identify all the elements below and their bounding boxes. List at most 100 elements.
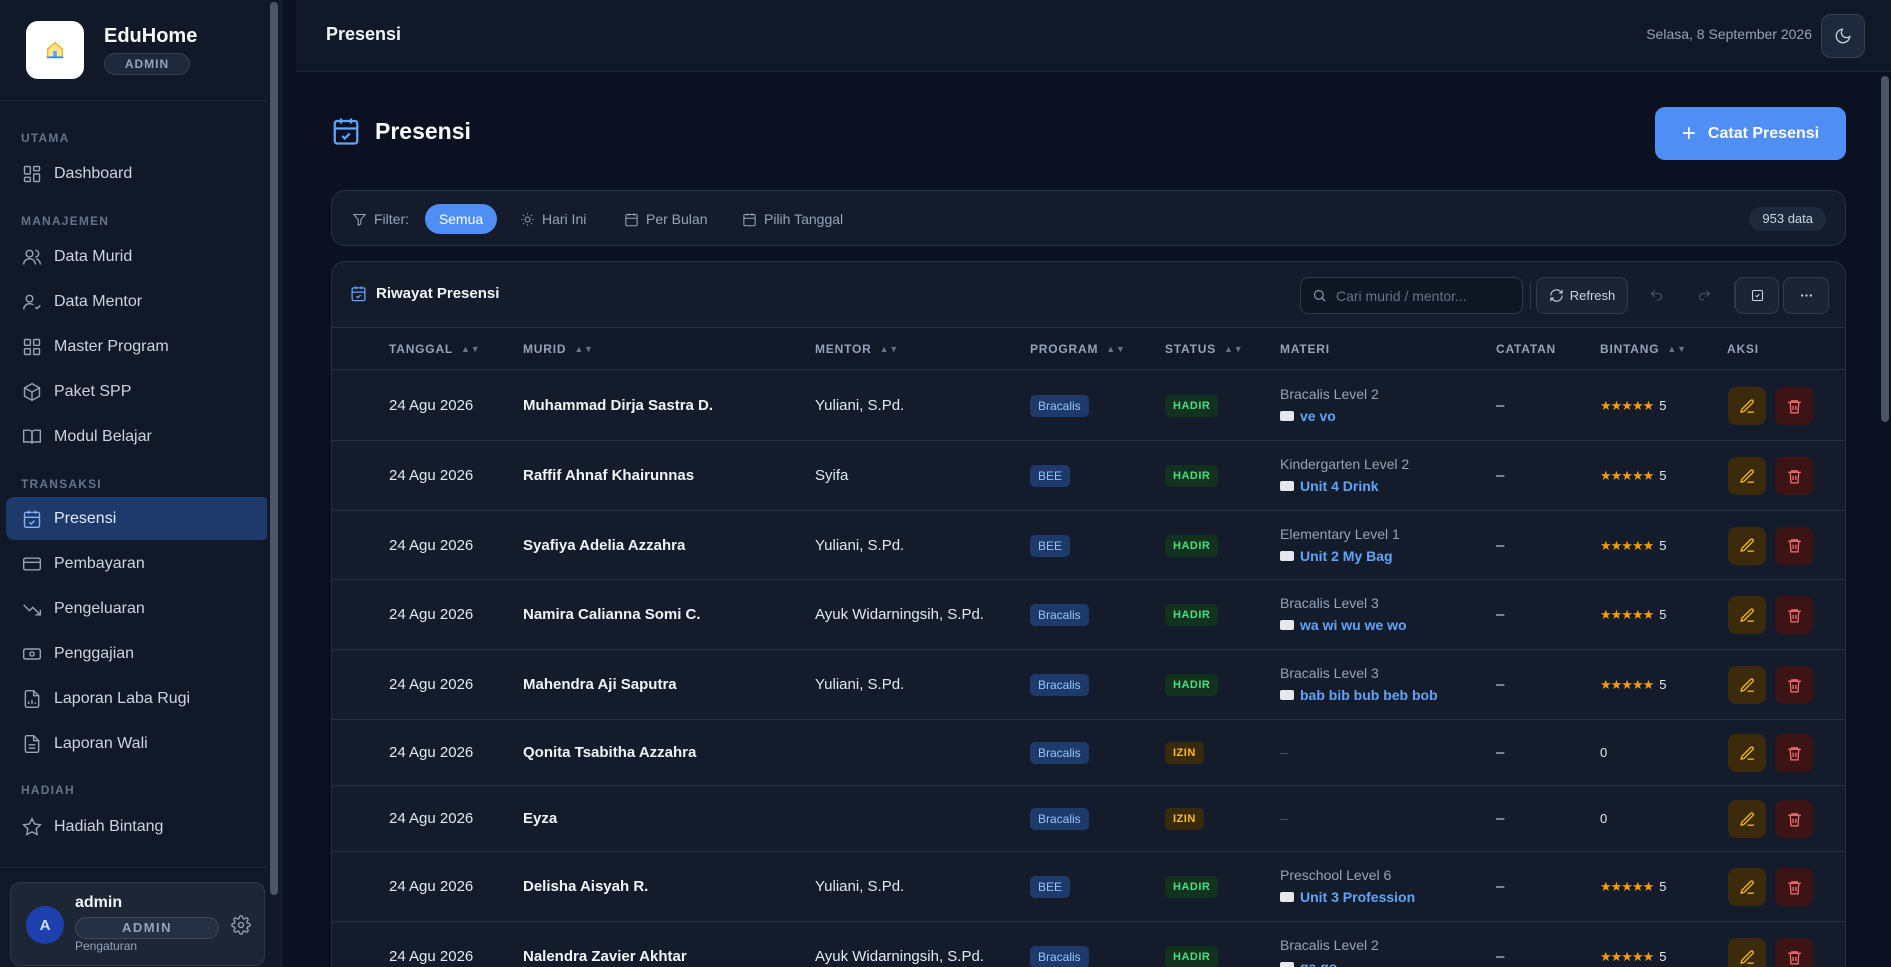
filter-option-pilih-tanggal[interactable]: Pilih Tanggal xyxy=(742,191,843,247)
select-mode-button[interactable] xyxy=(1735,277,1779,314)
main-scrollbar-thumb[interactable] xyxy=(1881,76,1889,422)
edit-button[interactable] xyxy=(1728,734,1766,772)
edit-button[interactable] xyxy=(1728,457,1766,495)
section-label-hadiah: HADIAH xyxy=(21,783,75,797)
sidebar-item-master-program[interactable]: Master Program xyxy=(6,325,270,368)
table-row[interactable]: 24 Agu 2026 Qonita Tsabitha Azzahra Bracal… xyxy=(332,720,1845,786)
sidebar-item-data-mentor[interactable]: Data Mentor xyxy=(6,280,270,323)
table-row[interactable]: 24 Agu 2026 Muhammad Dirja Sastra D. Yulia… xyxy=(332,371,1845,441)
delete-button[interactable] xyxy=(1775,800,1813,838)
column-header-murid[interactable]: MURID ▲▼ xyxy=(523,342,594,356)
material-lesson-link[interactable]: bab bib bub beb bob xyxy=(1280,687,1438,703)
gear-icon[interactable] xyxy=(231,915,251,935)
column-header-status[interactable]: STATUS ▲▼ xyxy=(1165,342,1243,356)
material-lesson-label: ve vo xyxy=(1300,408,1336,424)
add-attendance-button[interactable]: + Catat Presensi xyxy=(1655,107,1846,160)
filter-option-hari-ini[interactable]: Hari Ini xyxy=(520,191,586,247)
undo-icon xyxy=(1650,290,1662,301)
status-badge: HADIR xyxy=(1165,876,1219,898)
delete-button[interactable] xyxy=(1775,526,1813,565)
section-label-transaksi: TRANSAKSI xyxy=(21,477,102,491)
undo-button[interactable] xyxy=(1634,277,1678,314)
refresh-button[interactable]: Refresh xyxy=(1536,277,1628,314)
book-icon xyxy=(1280,411,1294,421)
table-row[interactable]: 24 Agu 2026 Eyza Bracalis IZIN – – 0 xyxy=(332,786,1845,852)
sidebar-item-dashboard[interactable]: Dashboard xyxy=(6,152,270,195)
trash-icon xyxy=(1786,607,1803,624)
material-lesson-link[interactable]: Unit 3 Profession xyxy=(1280,889,1415,905)
edit-button[interactable] xyxy=(1728,666,1766,704)
column-header-program[interactable]: PROGRAM ▲▼ xyxy=(1030,342,1126,356)
table-row[interactable]: 24 Agu 2026 Syafiya Adelia Azzahra Yuliani… xyxy=(332,511,1845,580)
star-count: 5 xyxy=(1659,468,1667,483)
delete-button[interactable] xyxy=(1775,387,1813,425)
sidebar-item-laporan-wali[interactable]: Laporan Wali xyxy=(6,722,270,765)
more-options-button[interactable] xyxy=(1783,277,1829,314)
brand-name: EduHome xyxy=(104,25,198,47)
edit-button[interactable] xyxy=(1728,387,1766,425)
table-row[interactable]: 24 Agu 2026 Raffif Ahnaf Khairunnas Syifa B… xyxy=(332,441,1845,511)
star-icons: ★★★★★ xyxy=(1600,879,1654,894)
sidebar-item-label: Master Program xyxy=(54,337,169,355)
redo-icon xyxy=(1698,290,1710,301)
cell-note: – xyxy=(1496,397,1505,414)
filter-icon xyxy=(352,213,367,226)
sidebar-item-pembayaran[interactable]: Pembayaran xyxy=(6,542,270,585)
sidebar-item-data-murid[interactable]: Data Murid xyxy=(6,235,270,278)
delete-button[interactable] xyxy=(1775,666,1813,704)
trash-icon xyxy=(1786,398,1803,415)
brand[interactable]: EduHome ADMIN xyxy=(26,21,197,79)
material-lesson-link[interactable]: ga go xyxy=(1280,959,1337,967)
material-level: Preschool Level 6 xyxy=(1280,867,1392,883)
material-lesson-link[interactable]: Unit 2 My Bag xyxy=(1280,548,1393,564)
sidebar-item-modul-belajar[interactable]: Modul Belajar xyxy=(6,415,270,458)
edit-button[interactable] xyxy=(1728,800,1766,838)
page-header: Presensi xyxy=(331,116,471,146)
book-icon xyxy=(1280,481,1294,491)
edit-button[interactable] xyxy=(1728,596,1766,634)
cell-date: 24 Agu 2026 xyxy=(389,810,474,827)
delete-button[interactable] xyxy=(1775,457,1813,495)
table-row[interactable]: 24 Agu 2026 Delisha Aisyah R. Yuliani, S.P… xyxy=(332,852,1845,922)
edit-button[interactable] xyxy=(1728,868,1766,906)
filter-option-semua[interactable]: Semua xyxy=(425,204,497,234)
column-header-mentor[interactable]: MENTOR ▲▼ xyxy=(815,342,899,356)
table-header-row: TANGGAL ▲▼ MURID ▲▼ MENTOR ▲▼ PROGRAM ▲▼ STA… xyxy=(332,328,1845,370)
delete-button[interactable] xyxy=(1775,868,1813,906)
delete-button[interactable] xyxy=(1775,734,1813,772)
cell-date: 24 Agu 2026 xyxy=(389,606,474,623)
sidebar-scrollbar-thumb[interactable] xyxy=(270,2,278,895)
column-header-bintang[interactable]: BINTANG ▲▼ xyxy=(1600,342,1687,356)
theme-toggle-button[interactable] xyxy=(1821,14,1865,58)
sidebar-item-laporan-laba-rugi[interactable]: Laporan Laba Rugi xyxy=(6,677,270,720)
sidebar-item-hadiah-bintang[interactable]: Hadiah Bintang xyxy=(6,805,270,848)
edit-button[interactable] xyxy=(1728,526,1766,565)
sidebar-item-presensi[interactable]: Presensi xyxy=(6,497,270,540)
main-scrollbar[interactable] xyxy=(1877,72,1891,967)
column-header-tanggal[interactable]: TANGGAL ▲▼ xyxy=(389,342,480,356)
table-row[interactable]: 24 Agu 2026 Namira Calianna Somi C. Ayuk W… xyxy=(332,580,1845,650)
star-rating: 0 xyxy=(1600,745,1607,760)
table-row[interactable]: 24 Agu 2026 Mahendra Aji Saputra Yuliani, … xyxy=(332,650,1845,720)
material-lesson-link[interactable]: Unit 4 Drink xyxy=(1280,478,1379,494)
material-lesson-link[interactable]: ve vo xyxy=(1280,408,1336,424)
delete-button[interactable] xyxy=(1775,596,1813,634)
sidebar-scrollbar[interactable] xyxy=(267,0,281,967)
redo-button[interactable] xyxy=(1682,277,1726,314)
status-badge: HADIR xyxy=(1165,534,1219,557)
table-row[interactable]: 24 Agu 2026 Nalendra Zavier Akhtar Ayuk Wi… xyxy=(332,922,1845,967)
search-input[interactable]: Cari murid / mentor... xyxy=(1300,277,1523,314)
status-badge: HADIR xyxy=(1165,604,1219,626)
filter-option-per-bulan[interactable]: Per Bulan xyxy=(624,191,707,247)
sidebar-item-pengeluaran[interactable]: Pengeluaran xyxy=(6,587,270,630)
sidebar-item-paket-spp[interactable]: Paket SPP xyxy=(6,370,270,413)
edit-button[interactable] xyxy=(1728,938,1766,967)
sidebar-item-penggajian[interactable]: Penggajian xyxy=(6,632,270,675)
user-settings-link[interactable]: Pengaturan xyxy=(75,939,137,953)
material-lesson-link[interactable]: wa wi wu we wo xyxy=(1280,617,1407,633)
more-horizontal-icon xyxy=(1800,294,1812,297)
table-title-text: Riwayat Presensi xyxy=(376,285,500,302)
column-header-label: TANGGAL xyxy=(389,342,454,356)
delete-button[interactable] xyxy=(1775,938,1813,967)
user-card[interactable]: A admin ADMIN Pengaturan xyxy=(10,882,265,966)
